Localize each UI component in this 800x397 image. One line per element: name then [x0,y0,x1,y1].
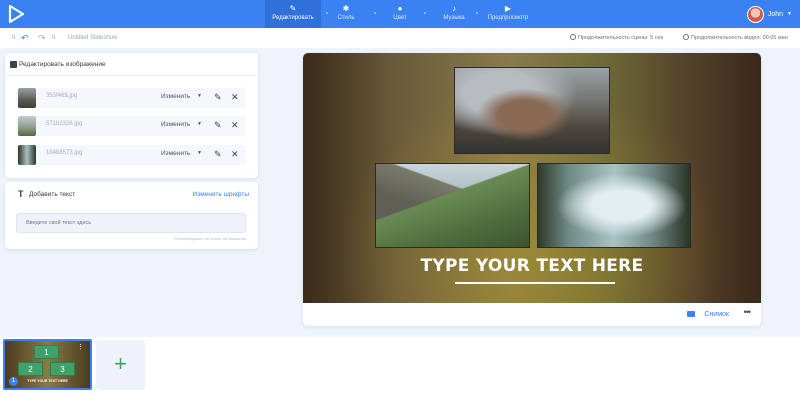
image-row: 571b2326.jpg Изменить ▼ ✎ ✕ [16,116,246,136]
slot-1: 1 [34,345,59,359]
image-row: 353f46$.jpg Изменить ▼ ✎ ✕ [16,88,246,108]
slides-strip: 1 2 3 TYPE YOUR TEXT HERE 1 ⋮ + [0,337,800,397]
tab-music[interactable]: ♪ Музыка [426,0,482,28]
scene-duration: Продолжительность сцены: 5 сек [570,32,663,44]
snapshot-button[interactable]: Снимок [704,311,729,318]
divider [5,75,258,76]
tab-preview[interactable]: ▶ Предпросмотр [480,0,536,28]
image-icon [10,61,17,68]
tab-edit[interactable]: ✎ Редактировать [265,0,321,28]
slide-thumbnail[interactable]: 1 2 3 TYPE YOUR TEXT HERE 1 ⋮ [3,339,92,390]
panel-title: Добавить текст [29,191,76,198]
chevron-down-icon: ▼ [787,11,792,17]
chevron-down-icon[interactable]: ▼ [197,93,202,99]
remove-icon[interactable]: ✕ [231,148,239,160]
kebab-menu-icon[interactable]: ⋮ [77,344,84,351]
change-button[interactable]: Изменить [161,121,190,128]
remove-icon[interactable]: ✕ [231,91,239,103]
style-icon: ✱ [342,4,350,13]
user-menu[interactable]: John ▼ [746,5,792,23]
slide-photo-3[interactable] [537,163,691,248]
more-icon[interactable]: ••• [744,307,752,317]
image-filename: 353f46$.jpg [46,93,78,99]
edit-image-panel: Редактировать изображение 353f46$.jpg Из… [5,53,258,178]
camera-icon[interactable] [687,311,695,317]
chevron-down-icon[interactable]: ▼ [197,150,202,156]
counter-left: 0 [12,35,16,41]
remove-icon[interactable]: ✕ [231,119,239,131]
edit-icon[interactable]: ✎ [214,91,222,103]
image-row: 184b8573.jpg Изменить ▼ ✎ ✕ [16,145,246,165]
tab-style[interactable]: ✱ Стиль [318,0,374,28]
image-thumbnail[interactable] [18,116,36,136]
slide-photo-1[interactable] [454,67,610,154]
image-filename: 571b2326.jpg [46,121,83,127]
undo-icon[interactable]: ↶ [21,32,29,44]
image-thumbnail[interactable] [18,88,36,108]
clock-icon [683,34,689,40]
clock-icon [570,34,576,40]
slide-photo-2[interactable] [375,163,530,248]
edit-icon[interactable]: ✎ [214,148,222,160]
headline-underline [455,282,615,284]
panel-title: Редактировать изображение [19,61,106,68]
username: John [767,10,784,18]
change-fonts-link[interactable]: Изменить шрифты [193,191,249,198]
slot-2: 2 [18,362,43,376]
chevron-down-icon[interactable]: ▼ [197,121,202,127]
add-slide-button[interactable]: + [96,340,145,390]
edit-icon[interactable]: ✎ [214,119,222,131]
top-nav-bar: ✎ Редактировать ✱ Стиль ● Цвет ♪ Музыка … [0,0,800,28]
counter-right: 0 [52,35,56,41]
text-icon: T [18,189,24,199]
input-hint: Рекомендовано не более 40 символов [174,236,246,241]
video-duration: Продолжительность видео: 00:05 мин [683,32,788,44]
avatar [746,5,764,23]
project-name[interactable]: Untitled Slideshow [68,32,117,44]
music-icon: ♪ [452,4,456,13]
redo-icon[interactable]: ↷ [38,32,46,44]
add-text-panel: T Добавить текст Изменить шрифты Рекомен… [5,182,258,249]
slot-3: 3 [50,362,75,376]
color-icon: ● [397,4,403,13]
tab-color[interactable]: ● Цвет [372,0,428,28]
text-input[interactable] [16,213,246,233]
play-icon: ▶ [504,4,512,13]
change-button[interactable]: Изменить [161,93,190,100]
slide-stage[interactable]: TYPE YOUR TEXT HERE [303,53,761,303]
secondary-toolbar: 0 ↶ ↷ 0 Untitled Slideshow Продолжительн… [0,28,800,48]
app-logo-icon[interactable] [7,4,25,24]
nav-separator [476,12,478,14]
canvas-card: TYPE YOUR TEXT HERE Снимок ••• [303,53,761,326]
change-button[interactable]: Изменить [161,150,190,157]
pencil-icon: ✎ [289,4,297,13]
slide-number-badge: 1 [9,377,18,386]
image-thumbnail[interactable] [18,145,36,165]
image-filename: 184b8573.jpg [46,150,83,156]
slide-headline[interactable]: TYPE YOUR TEXT HERE [303,256,761,276]
